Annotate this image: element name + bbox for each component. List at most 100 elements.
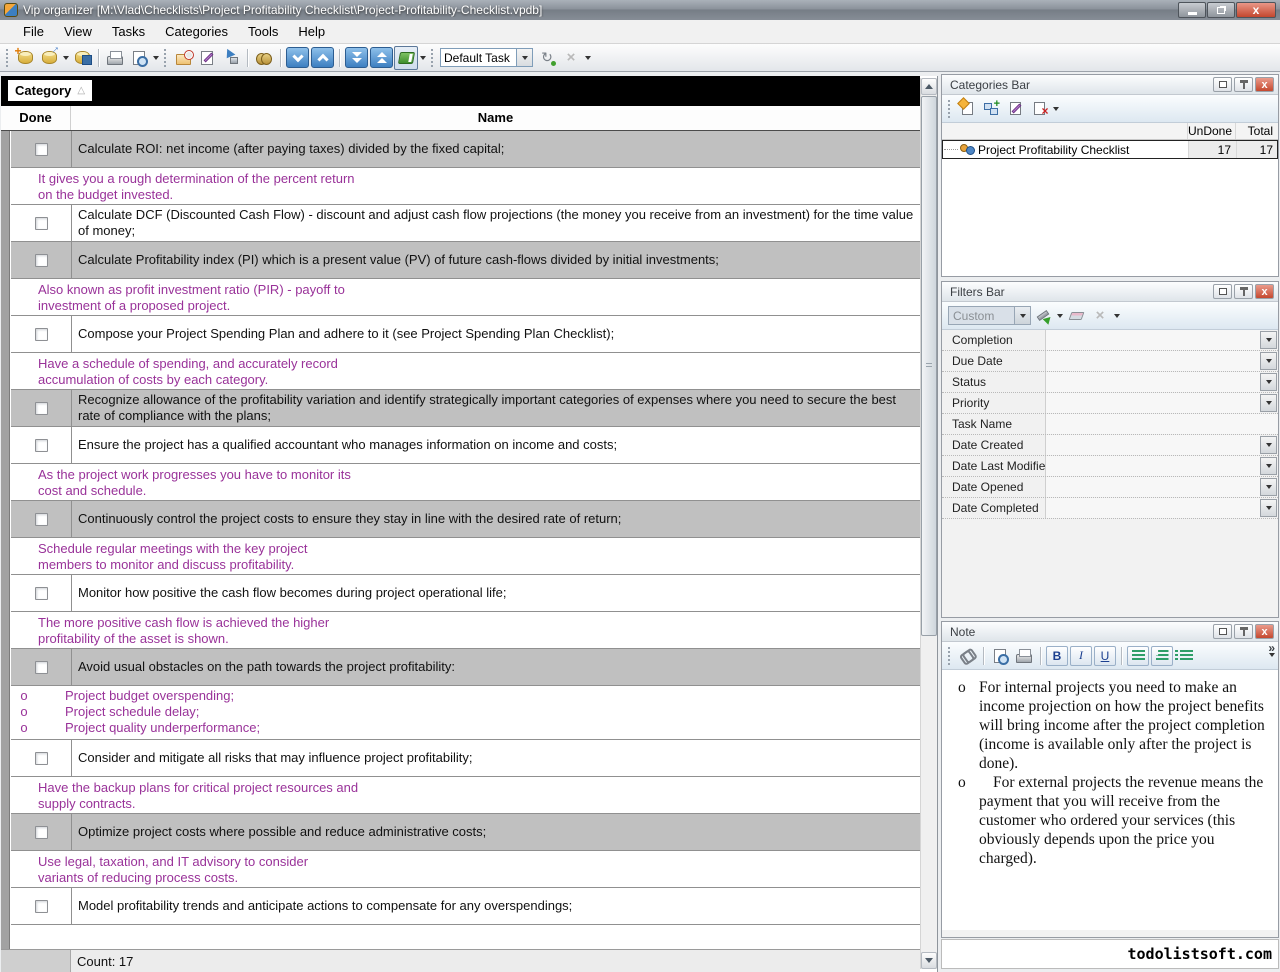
done-checkbox[interactable] <box>35 402 48 415</box>
bold-button[interactable]: B <box>1046 646 1068 666</box>
insert-link-button[interactable] <box>955 645 979 667</box>
note-row[interactable]: Have the backup plans for critical proje… <box>11 777 920 814</box>
underline-button[interactable]: U <box>1094 646 1116 666</box>
apply-template-button[interactable]: ↻ <box>535 46 559 70</box>
toolbar-grip[interactable] <box>164 49 167 67</box>
menu-item-file[interactable]: File <box>14 21 53 42</box>
category-row[interactable]: Project Profitability Checklist1717 <box>942 140 1278 159</box>
toolbar-grip[interactable] <box>948 100 951 118</box>
filter-value[interactable] <box>1046 435 1260 455</box>
filter-dropdown-button[interactable] <box>1260 352 1277 370</box>
filters-toolbar-overflow[interactable] <box>1112 305 1121 327</box>
print-preview-button[interactable] <box>127 46 151 70</box>
done-checkbox[interactable] <box>35 900 48 913</box>
task-row[interactable]: Calculate ROI: net income (after paying … <box>11 131 920 168</box>
vertical-scrollbar[interactable] <box>920 78 937 969</box>
edit-category-button[interactable] <box>1003 98 1027 120</box>
filter-dropdown-button[interactable] <box>1260 373 1277 391</box>
done-checkbox[interactable] <box>35 752 48 765</box>
clear-filter-button[interactable] <box>1064 305 1088 327</box>
task-row[interactable]: Calculate Profitability index (PI) which… <box>11 242 920 279</box>
scroll-up-button[interactable] <box>921 78 937 95</box>
menu-item-tools[interactable]: Tools <box>239 21 287 42</box>
panel-restore-button[interactable] <box>1213 624 1232 639</box>
panel-close-button[interactable]: x <box>1255 284 1274 299</box>
save-database-button[interactable] <box>70 46 94 70</box>
filter-value[interactable] <box>1046 477 1260 497</box>
bullet-list-button[interactable] <box>1174 645 1198 667</box>
done-checkbox[interactable] <box>35 439 48 452</box>
note-row[interactable]: Have a schedule of spending, and accurat… <box>11 353 920 390</box>
filter-dropdown-button[interactable] <box>1260 394 1277 412</box>
show-notes-dropdown[interactable] <box>418 47 427 69</box>
save-filter-dropdown[interactable] <box>1055 305 1064 327</box>
categories-toolbar-overflow[interactable] <box>1051 98 1060 120</box>
print-button[interactable] <box>103 46 127 70</box>
menu-item-help[interactable]: Help <box>289 21 334 42</box>
align-left-button[interactable] <box>1127 646 1149 666</box>
close-button[interactable]: x <box>1236 2 1276 18</box>
show-notes-toggle[interactable] <box>394 46 418 70</box>
panel-close-button[interactable]: x <box>1255 624 1274 639</box>
print-preview-dropdown[interactable] <box>151 47 160 69</box>
filter-dropdown-button[interactable] <box>1260 436 1277 454</box>
toolbar-grip[interactable] <box>6 49 9 67</box>
toolbar-overflow[interactable] <box>583 47 592 69</box>
note-row[interactable]: Schedule regular meetings with the key p… <box>11 538 920 575</box>
menu-item-categories[interactable]: Categories <box>156 21 237 42</box>
note-editor[interactable]: oFor internal projects you need to make … <box>942 670 1278 930</box>
delete-filter-button[interactable]: × <box>1088 305 1112 327</box>
delete-category-button[interactable] <box>1027 98 1051 120</box>
italic-button[interactable]: I <box>1070 646 1092 666</box>
task-row[interactable]: Ensure the project has a qualified accou… <box>11 427 920 464</box>
default-task-combo[interactable]: Default Task <box>440 48 533 67</box>
filter-preset-value[interactable]: Custom <box>948 306 1014 325</box>
filter-value[interactable] <box>1046 351 1260 371</box>
filter-value[interactable] <box>1046 393 1260 413</box>
delete-template-button[interactable]: × <box>559 46 583 70</box>
scrollbar-thumb[interactable] <box>921 96 937 636</box>
note-toolbar-overflow[interactable]: » <box>1268 643 1275 657</box>
group-header-category[interactable]: Category △ <box>8 80 92 101</box>
filter-dropdown-button[interactable] <box>1260 499 1277 517</box>
menu-item-tasks[interactable]: Tasks <box>103 21 154 42</box>
column-undone[interactable]: UnDone <box>1188 123 1236 139</box>
scroll-down-button[interactable] <box>921 952 937 969</box>
task-row[interactable]: Model profitability trends and anticipat… <box>11 888 920 925</box>
move-down-button[interactable] <box>286 47 309 68</box>
restore-button[interactable] <box>1207 2 1235 18</box>
move-to-top-button[interactable] <box>370 47 393 68</box>
note-row[interactable]: Use legal, taxation, and IT advisory to … <box>11 851 920 888</box>
delete-task-button[interactable] <box>219 46 243 70</box>
note-row[interactable]: It gives you a rough determination of th… <box>11 168 920 205</box>
done-checkbox[interactable] <box>35 217 48 230</box>
done-checkbox[interactable] <box>35 254 48 267</box>
column-header-done[interactable]: Done <box>1 106 71 130</box>
move-to-bottom-button[interactable] <box>345 47 368 68</box>
panel-close-button[interactable]: x <box>1255 77 1274 92</box>
task-row[interactable]: Avoid usual obstacles on the path toward… <box>11 649 920 686</box>
new-task-button[interactable] <box>171 46 195 70</box>
task-row[interactable]: Continuously control the project costs t… <box>11 501 920 538</box>
find-button[interactable] <box>252 46 276 70</box>
task-row[interactable]: Calculate DCF (Discounted Cash Flow) - d… <box>11 205 920 242</box>
note-print-button[interactable] <box>1012 645 1036 667</box>
filter-preset-dropdown[interactable] <box>1014 306 1031 325</box>
panel-restore-button[interactable] <box>1213 284 1232 299</box>
edit-task-button[interactable] <box>195 46 219 70</box>
default-task-dropdown[interactable] <box>516 48 533 67</box>
filter-dropdown-button[interactable] <box>1260 478 1277 496</box>
done-checkbox[interactable] <box>35 587 48 600</box>
task-row[interactable]: Consider and mitigate all risks that may… <box>11 740 920 777</box>
filter-value[interactable] <box>1046 498 1260 518</box>
note-row[interactable]: Also known as profit investment ratio (P… <box>11 279 920 316</box>
note-preview-button[interactable] <box>988 645 1012 667</box>
done-checkbox[interactable] <box>35 661 48 674</box>
toolbar-grip[interactable] <box>431 49 434 67</box>
filter-value[interactable] <box>1046 330 1260 350</box>
done-checkbox[interactable] <box>35 143 48 156</box>
panel-pin-button[interactable] <box>1234 77 1253 92</box>
note-row[interactable]: oProject budget overspending;oProject sc… <box>11 686 920 740</box>
move-up-button[interactable] <box>311 47 334 68</box>
column-total[interactable]: Total <box>1236 123 1278 139</box>
